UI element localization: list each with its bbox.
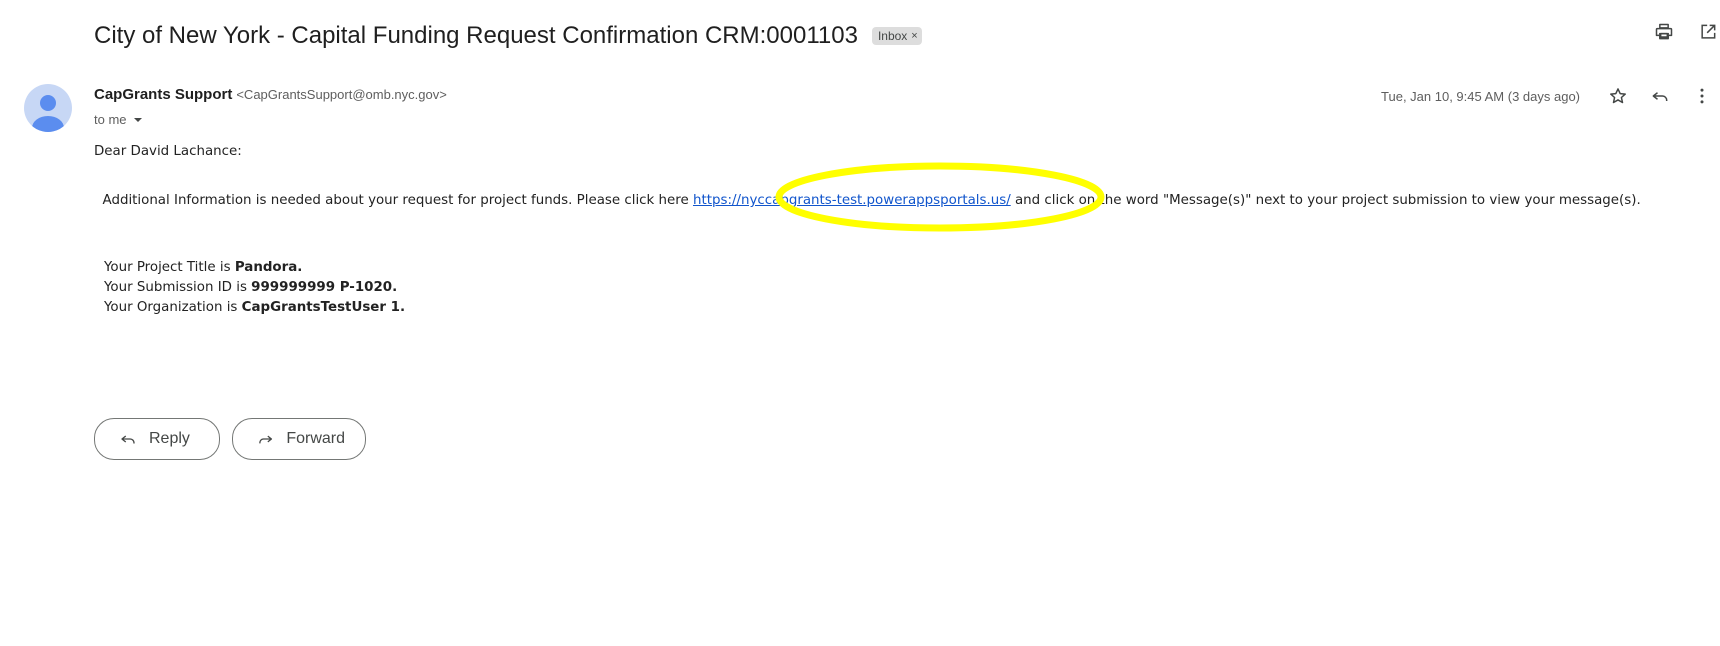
reply-icon xyxy=(121,435,135,444)
organization-value: CapGrantsTestUser 1. xyxy=(241,300,406,315)
label-chip-text: Inbox xyxy=(877,29,908,43)
greeting: Dear David Lachance: xyxy=(94,144,242,159)
detail-project-title: Your Project Title is Pandora. xyxy=(104,260,303,275)
reply-button[interactable]: Reply xyxy=(94,418,220,460)
recipient-details-toggle[interactable]: to me xyxy=(94,112,143,127)
remove-label-icon[interactable]: × xyxy=(911,30,917,42)
sender-email: <CapGrantsSupport@omb.nyc.gov> xyxy=(236,87,447,102)
forward-button-label: Forward xyxy=(286,430,345,447)
print-icon[interactable] xyxy=(1652,20,1676,44)
email-subject: City of New York - Capital Funding Reque… xyxy=(94,22,858,49)
forward-button[interactable]: Forward xyxy=(232,418,366,460)
star-icon[interactable] xyxy=(1606,84,1630,108)
subject-row: City of New York - Capital Funding Reque… xyxy=(94,14,922,58)
open-in-new-window-icon[interactable] xyxy=(1696,20,1720,44)
paragraph-text-before-link: Additional Information is needed about y… xyxy=(102,193,693,208)
reply-button-label: Reply xyxy=(149,430,190,447)
recipient-label: to me xyxy=(94,112,127,127)
sender-name[interactable]: CapGrants Support xyxy=(94,86,232,103)
reply-icon[interactable] xyxy=(1648,84,1672,108)
inbox-label-chip[interactable]: Inbox × xyxy=(871,27,922,45)
avatar[interactable] xyxy=(24,84,72,132)
detail-organization: Your Organization is CapGrantsTestUser 1… xyxy=(104,300,406,315)
email-body: Dear David Lachance: Additional Informat… xyxy=(94,142,1694,315)
project-title-value: Pandora. xyxy=(234,260,303,275)
more-vert-icon[interactable] xyxy=(1690,84,1714,108)
submission-details: Your Project Title is Pandora. Your Subm… xyxy=(94,258,405,318)
detail-submission-id: Your Submission ID is 999999999 P-1020. xyxy=(104,280,398,295)
highlight-ellipse-annotation xyxy=(775,162,1105,232)
message-meta: Tue, Jan 10, 9:45 AM (3 days ago) xyxy=(1381,84,1714,108)
sender-row: CapGrants Support <CapGrantsSupport@omb.… xyxy=(94,86,447,103)
forward-icon xyxy=(259,435,273,444)
message-actions: Reply Forward xyxy=(94,418,366,460)
chevron-down-icon xyxy=(133,117,142,122)
submission-id-value: 999999999 P-1020. xyxy=(251,280,398,295)
top-actions xyxy=(1652,20,1720,44)
message-date: Tue, Jan 10, 9:45 AM (3 days ago) xyxy=(1381,88,1580,104)
